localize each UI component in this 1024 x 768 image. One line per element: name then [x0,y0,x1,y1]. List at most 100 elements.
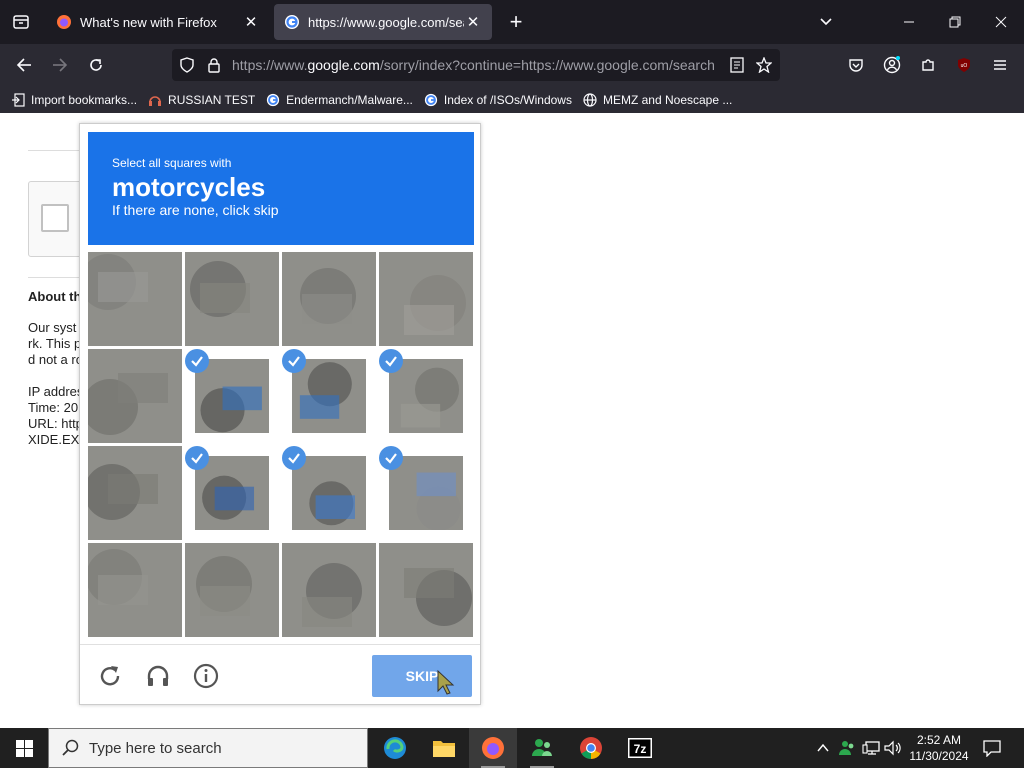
tab-whats-new[interactable]: What's new with Firefox ✕ [46,4,270,40]
skip-button[interactable]: SKIP [372,655,472,697]
tab-google[interactable]: https://www.google.com/searc ✕ [274,4,492,40]
captcha-tile[interactable] [88,349,182,443]
bookmark-russian-test[interactable]: RUSSIAN TEST [147,92,255,108]
tile-image [88,349,182,443]
bookmark-isos[interactable]: Index of /ISOs/Windows [423,92,572,108]
notifications-button[interactable] [978,728,1006,768]
account-button[interactable] [877,50,907,80]
tile-image [195,456,269,530]
show-hidden-icons-button[interactable] [812,728,834,768]
firefox-view-button[interactable] [0,0,42,44]
captcha-tile[interactable] [185,446,279,540]
bookmark-import[interactable]: Import bookmarks... [10,92,137,108]
captcha-tile[interactable] [88,543,182,637]
url-text[interactable]: https://www.google.com/sorry/index?conti… [232,57,718,73]
captcha-tile[interactable] [282,543,376,637]
clock[interactable]: 2:52 AM 11/30/2024 [900,732,978,764]
page-paragraph-line: Our syst [28,320,77,335]
taskbar-firefox[interactable] [469,728,517,768]
help-button[interactable] [191,661,221,691]
start-button[interactable] [0,728,48,768]
menu-button[interactable] [985,50,1015,80]
captcha-tile[interactable] [88,446,182,540]
recaptcha-checkbox[interactable] [41,204,69,232]
captcha-tile[interactable] [379,252,473,346]
captcha-tile[interactable] [185,349,279,443]
clock-time: 2:52 AM [916,733,962,747]
list-all-tabs-button[interactable] [812,8,840,36]
windows-logo-icon [15,739,33,757]
close-window-button[interactable] [978,0,1024,44]
new-tab-button[interactable]: + [502,8,530,36]
close-tab-icon[interactable]: ✕ [464,13,482,31]
captcha-tile[interactable] [379,543,473,637]
bookmark-star-icon[interactable] [756,57,772,73]
tile-image [389,456,463,530]
close-tab-icon[interactable]: ✕ [242,13,260,31]
bookmark-label: Import bookmarks... [31,92,138,107]
folder-icon [433,741,455,757]
bookmark-memz[interactable]: MEMZ and Noescape ... [582,92,732,108]
bookmarks-toolbar: Import bookmarks... RUSSIAN TEST Enderma… [0,86,1024,113]
captcha-footer: SKIP [80,644,480,704]
ip-address-line: IP addres [28,384,84,399]
taskbar-edge[interactable] [371,728,419,768]
shield-icon[interactable] [179,57,195,73]
taskbar-chrome[interactable] [567,728,615,768]
people-icon [839,741,854,755]
tab-title: https://www.google.com/searc [308,14,464,30]
checkmark-icon [379,446,403,470]
people-icon [532,739,552,756]
captcha-tile[interactable] [282,252,376,346]
ublock-button[interactable]: uO [949,50,979,80]
taskbar-search[interactable]: Type here to search [48,728,368,768]
reload-icon [90,59,102,71]
captcha-tile[interactable] [185,543,279,637]
captcha-tile[interactable] [88,252,182,346]
captcha-challenge: Select all squares with motorcycles If t… [79,123,481,705]
url-bar[interactable]: https://www.google.com/sorry/index?conti… [172,49,780,81]
reload-button[interactable] [81,50,111,80]
captcha-tile[interactable] [282,349,376,443]
tile-image [88,543,182,637]
minimize-button[interactable] [886,0,932,44]
info-icon [193,663,219,689]
reload-challenge-button[interactable] [95,661,125,691]
captcha-tile[interactable] [379,349,473,443]
back-button[interactable] [9,50,39,80]
headset-icon [149,95,162,106]
captcha-tile[interactable] [185,252,279,346]
google-icon [424,93,438,106]
hamburger-icon [994,60,1006,70]
chevron-down-icon [820,18,832,26]
taskbar-file-explorer[interactable] [420,728,468,768]
chrome-icon [580,737,602,759]
notification-icon [983,740,1001,757]
taskbar-app-green[interactable] [518,728,566,768]
audio-challenge-button[interactable] [143,661,173,691]
pocket-button[interactable] [841,50,871,80]
tile-image [88,252,182,346]
globe-icon [583,92,597,107]
arrow-left-icon [16,58,31,72]
bookmark-endermanch[interactable]: Endermanch/Malware... [265,92,413,108]
captcha-tile[interactable] [282,446,376,540]
tile-image [292,359,366,433]
taskbar-7zip[interactable]: 7z [616,728,664,768]
tab-bar: What's new with Firefox ✕ https://www.go… [0,0,1024,44]
reader-view-icon[interactable] [730,57,744,73]
captcha-header: Select all squares with motorcycles If t… [88,132,474,245]
firefox-icon [482,737,504,759]
extensions-button[interactable] [913,50,943,80]
forward-button[interactable] [45,50,75,80]
lock-icon[interactable] [207,57,221,73]
tray-app-people[interactable] [836,728,858,768]
ublock-icon: uO [958,58,970,72]
bookmark-label: MEMZ and Noescape ... [602,92,733,107]
restore-button[interactable] [932,0,978,44]
tile-image [185,252,279,346]
network-button[interactable] [860,728,882,768]
captcha-tile[interactable] [379,446,473,540]
tile-image [282,543,376,637]
bookmark-label: Endermanch/Malware... [286,92,413,107]
